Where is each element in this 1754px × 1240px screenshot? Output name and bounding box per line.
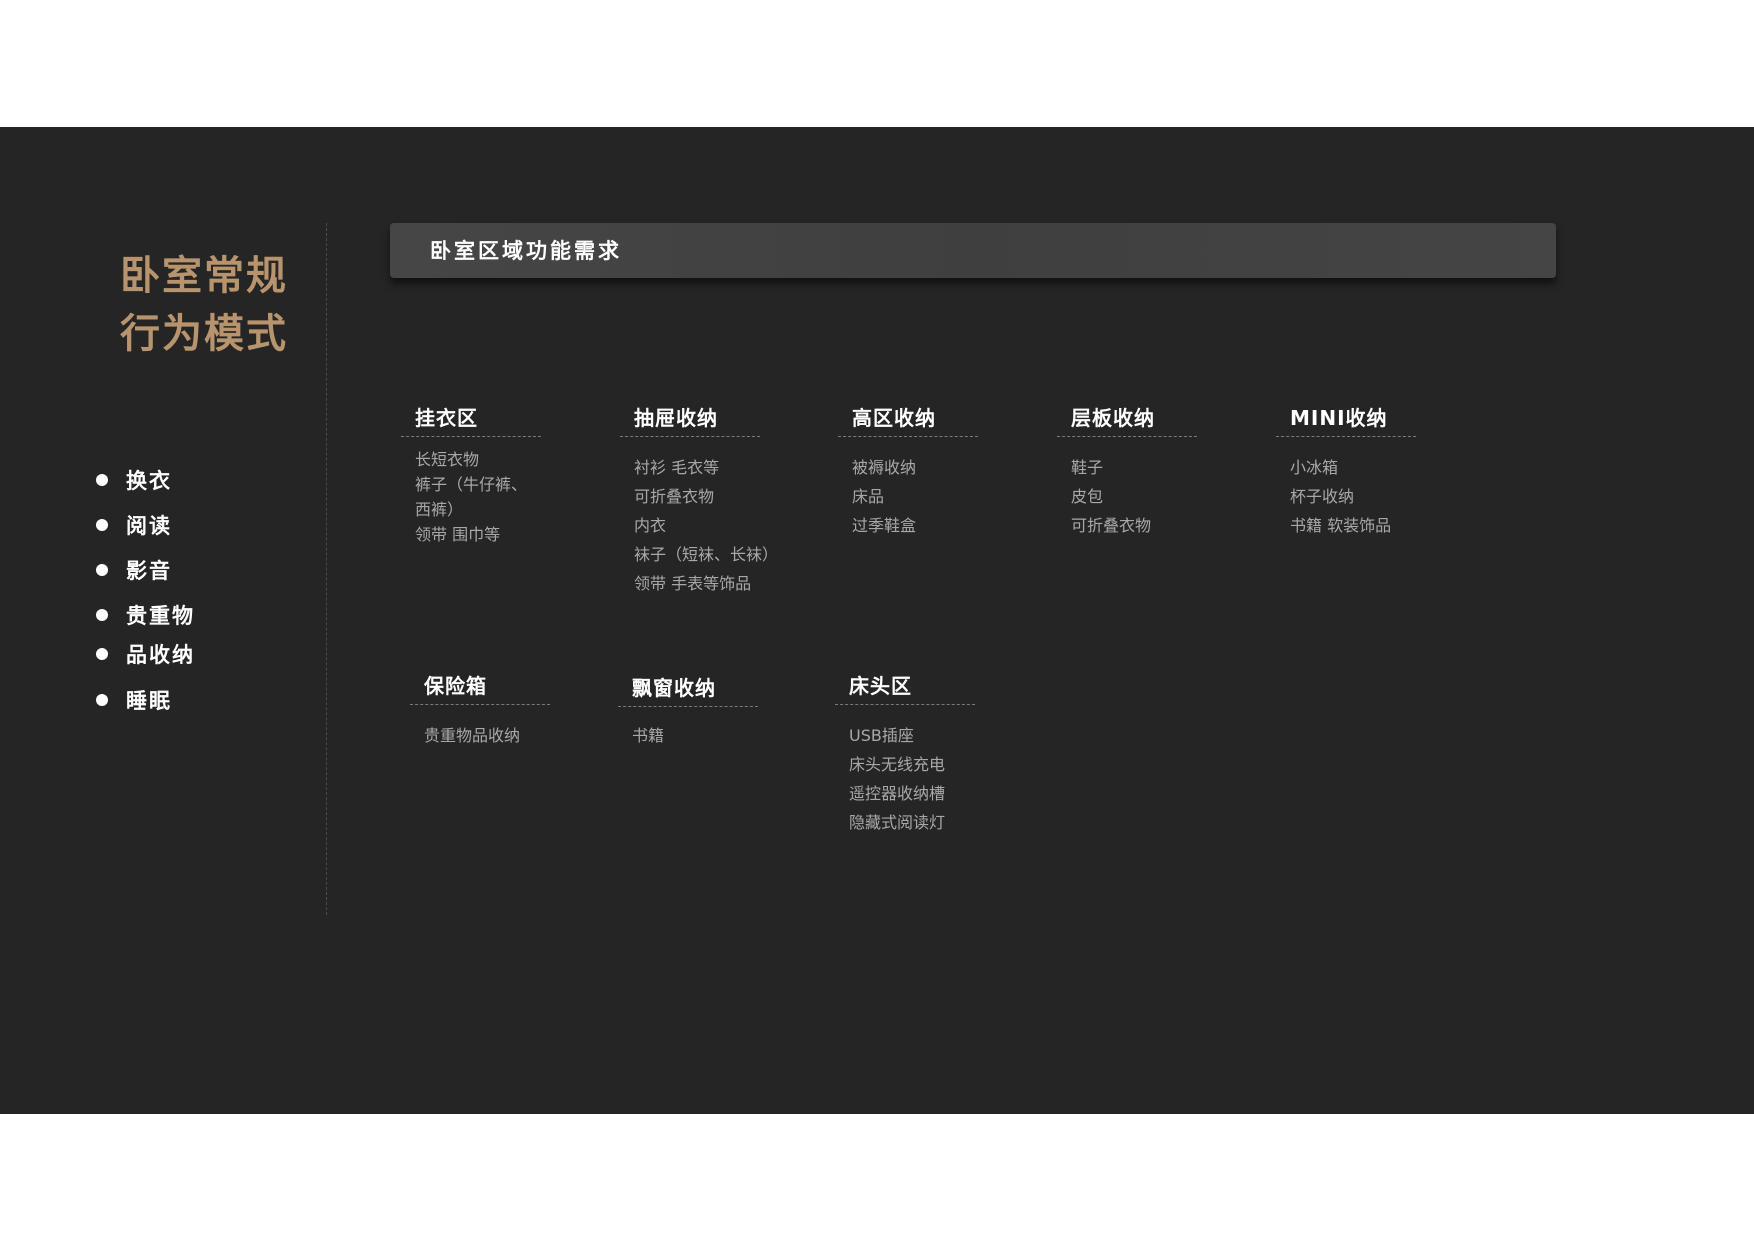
zone-item: 遥控器收纳槽 <box>849 784 946 803</box>
zone-item: 领带 围巾等 <box>415 525 501 544</box>
behavior-label: 贵重物 <box>126 604 195 628</box>
bullet-dot-icon <box>96 564 108 576</box>
zone-high-storage: 高区收纳 被褥收纳 床品 过季鞋盒 <box>838 402 978 540</box>
zone-title: 床头区 <box>835 670 975 705</box>
zone-item: 鞋子 <box>1071 458 1104 477</box>
zone-title: 抽屉收纳 <box>620 402 760 437</box>
section-header-bar: 卧室区域功能需求 <box>390 223 1556 278</box>
behavior-item: 品收纳 <box>96 639 195 669</box>
zone-title: 挂衣区 <box>401 402 541 437</box>
zone-item: 过季鞋盒 <box>852 516 917 535</box>
behavior-item: 影音 <box>96 555 172 585</box>
zone-title: 高区收纳 <box>838 402 978 437</box>
zone-item: 被褥收纳 <box>852 458 917 477</box>
zone-item-list: 小冰箱 杯子收纳 书籍 软装饰品 <box>1290 453 1416 540</box>
zone-item-list: 鞋子 皮包 可折叠衣物 <box>1071 453 1197 540</box>
zone-item: 床头无线充电 <box>849 755 946 774</box>
zone-item: USB插座 <box>849 726 914 745</box>
behavior-label: 影音 <box>126 559 172 583</box>
zone-item-list: USB插座 床头无线充电 遥控器收纳槽 隐藏式阅读灯 <box>849 721 975 837</box>
zone-item: 杯子收纳 <box>1290 487 1355 506</box>
behavior-item: 阅读 <box>96 510 172 540</box>
bullet-dot-icon <box>96 474 108 486</box>
bullet-dot-icon <box>96 609 108 621</box>
zone-item-list: 衬衫 毛衣等 可折叠衣物 内衣 袜子（短袜、长袜） 领带 手表等饰品 <box>634 453 778 598</box>
vertical-divider <box>326 223 327 915</box>
bullet-dot-icon <box>96 694 108 706</box>
zone-item: 内衣 <box>634 516 667 535</box>
side-title-line-2: 行为模式 <box>120 311 288 357</box>
zone-item: 书籍 软装饰品 <box>1290 516 1392 535</box>
zone-item: 长短衣物 <box>415 450 480 469</box>
zone-title: 层板收纳 <box>1057 402 1197 437</box>
behavior-label: 睡眠 <box>126 689 172 713</box>
zone-item: 袜子（短袜、长袜） <box>634 545 779 564</box>
zone-item: 西裤） <box>415 500 464 519</box>
zone-shelf: 层板收纳 鞋子 皮包 可折叠衣物 <box>1057 402 1197 540</box>
zone-item: 床品 <box>852 487 885 506</box>
zone-bay-window: 飘窗收纳 书籍 <box>618 672 758 750</box>
zone-item-list: 书籍 <box>632 721 758 750</box>
zone-item-list: 被褥收纳 床品 过季鞋盒 <box>852 453 978 540</box>
side-title-line-1: 卧室常规 <box>120 253 288 299</box>
behavior-item: 换衣 <box>96 465 172 495</box>
zone-title: MINI收纳 <box>1276 402 1416 437</box>
behavior-item: 睡眠 <box>96 685 172 715</box>
zone-title: 保险箱 <box>410 670 550 705</box>
behavior-label: 换衣 <box>126 469 172 493</box>
behavior-label: 阅读 <box>126 514 172 538</box>
zone-item: 小冰箱 <box>1290 458 1339 477</box>
zone-item: 领带 手表等饰品 <box>634 574 752 593</box>
zone-hanging: 挂衣区 长短衣物 裤子（牛仔裤、 西裤） 领带 围巾等 <box>401 402 541 547</box>
side-title: 卧室常规 行为模式 <box>98 247 288 363</box>
zone-item: 可折叠衣物 <box>1071 516 1152 535</box>
zone-item: 可折叠衣物 <box>634 487 715 506</box>
behavior-item: 贵重物 <box>96 600 195 630</box>
section-header-title: 卧室区域功能需求 <box>430 239 622 263</box>
bullet-dot-icon <box>96 519 108 531</box>
zone-drawer: 抽屉收纳 衬衫 毛衣等 可折叠衣物 内衣 袜子（短袜、长袜） 领带 手表等饰品 <box>620 402 778 598</box>
slide-background: 卧室常规 行为模式 换衣 阅读 影音 贵重物 品收纳 睡眠 卧室区域功能需求 挂… <box>0 127 1754 1114</box>
bullet-dot-icon <box>96 648 108 660</box>
zone-title: 飘窗收纳 <box>618 672 758 707</box>
zone-safe: 保险箱 贵重物品收纳 <box>410 670 550 750</box>
behavior-label: 品收纳 <box>126 643 195 667</box>
zone-item: 皮包 <box>1071 487 1104 506</box>
zone-item-list: 贵重物品收纳 <box>424 721 550 750</box>
zone-item: 贵重物品收纳 <box>424 726 521 745</box>
zone-item: 隐藏式阅读灯 <box>849 813 946 832</box>
zone-item: 裤子（牛仔裤、 <box>415 475 528 494</box>
zone-bedside: 床头区 USB插座 床头无线充电 遥控器收纳槽 隐藏式阅读灯 <box>835 670 975 837</box>
zone-item-list: 长短衣物 裤子（牛仔裤、 西裤） 领带 围巾等 <box>415 447 541 547</box>
zone-item: 书籍 <box>632 726 665 745</box>
zone-mini: MINI收纳 小冰箱 杯子收纳 书籍 软装饰品 <box>1276 402 1416 540</box>
zone-item: 衬衫 毛衣等 <box>634 458 720 477</box>
